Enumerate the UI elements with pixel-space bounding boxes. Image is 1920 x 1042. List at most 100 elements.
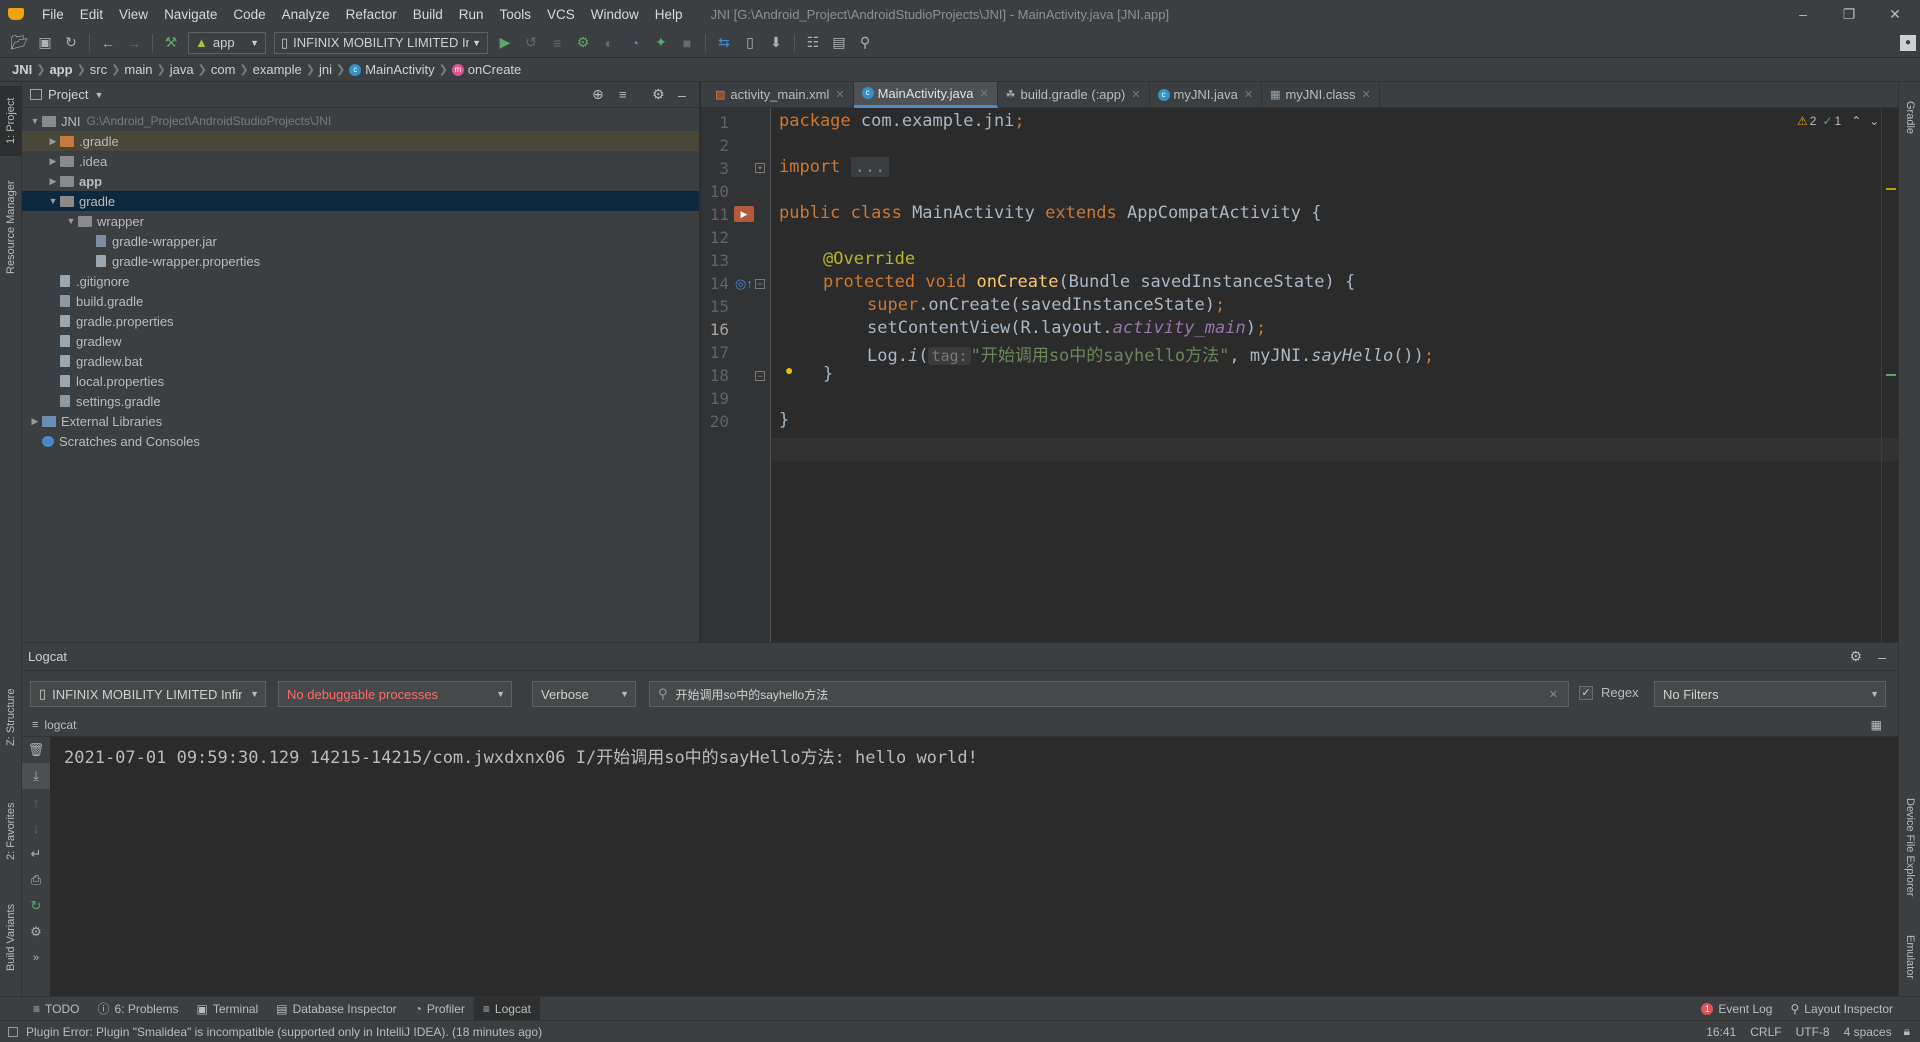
soft-wrap-icon[interactable]: ↵ xyxy=(22,841,50,867)
open-folder-icon[interactable]: 📂︎ xyxy=(8,32,30,54)
close-icon[interactable]: ✕ xyxy=(1131,88,1140,101)
gradle-sync-icon[interactable]: ⇆ xyxy=(713,32,735,54)
tree-item[interactable]: settings.gradle xyxy=(22,391,699,411)
sync-icon[interactable]: ↻ xyxy=(60,32,82,54)
close-icon[interactable]: ✕ xyxy=(1244,88,1253,101)
print-icon[interactable]: ⎙ xyxy=(22,867,50,893)
clear-search-icon[interactable]: ✕ xyxy=(1549,688,1558,701)
tab-gradle[interactable]: Gradle xyxy=(1899,88,1920,148)
tab-structure[interactable]: Z: Structure xyxy=(0,682,22,752)
breadcrumb-item[interactable]: com xyxy=(207,62,240,77)
sdk-manager-icon[interactable]: ⬇ xyxy=(765,32,787,54)
tree-item[interactable]: ▶ app xyxy=(22,171,699,191)
regex-checkbox[interactable]: ✓ Regex xyxy=(1579,685,1639,700)
account-icon[interactable]: ● xyxy=(1900,34,1916,51)
tree-item[interactable]: ▼ gradle xyxy=(22,191,699,211)
project-structure-icon[interactable]: ☷ xyxy=(802,32,824,54)
tree-item[interactable]: local.properties xyxy=(22,371,699,391)
status-message[interactable]: Plugin Error: Plugin "Smalidea" is incom… xyxy=(26,1025,542,1039)
minimize-button[interactable]: – xyxy=(1780,0,1826,28)
tab-myjni-java[interactable]: c myJNI.java ✕ xyxy=(1150,81,1263,108)
menu-vcs[interactable]: VCS xyxy=(539,7,583,22)
stop-icon[interactable]: ■ xyxy=(676,32,698,54)
breadcrumb-item[interactable]: app xyxy=(45,62,76,77)
tab-emulator[interactable]: Emulator xyxy=(1899,922,1920,992)
save-all-icon[interactable]: ▣ xyxy=(34,32,56,54)
tool-layout-inspector[interactable]: ⚲ Layout Inspector xyxy=(1781,997,1902,1021)
fold-icon[interactable]: − xyxy=(755,371,765,381)
menu-analyze[interactable]: Analyze xyxy=(274,7,338,22)
down-icon[interactable]: ↓ xyxy=(22,815,50,841)
tab-device-file-explorer[interactable]: Device File Explorer xyxy=(1899,782,1920,912)
tree-item[interactable]: gradle.properties xyxy=(22,311,699,331)
apply-changes-icon[interactable]: ↺ xyxy=(520,32,542,54)
previous-highlight-icon[interactable]: ⌃ xyxy=(1851,114,1861,128)
breadcrumb-class[interactable]: c MainActivity xyxy=(345,62,438,77)
project-view-select[interactable]: Project xyxy=(48,87,88,102)
chevron-down-icon[interactable]: ▼ xyxy=(46,196,60,206)
device-select[interactable]: ▯ INFINIX MOBILITY LIMITED Infinix ▼ xyxy=(274,31,488,54)
close-icon[interactable]: ✕ xyxy=(835,88,844,101)
run-gutter-icon[interactable]: ▶ xyxy=(734,206,754,222)
attach-debugger-icon[interactable]: ✦ xyxy=(650,32,672,54)
tool-logcat[interactable]: ≡ Logcat xyxy=(473,996,540,1021)
menu-file[interactable]: File xyxy=(34,7,72,22)
more-icon[interactable]: » xyxy=(22,945,50,971)
close-icon[interactable]: ✕ xyxy=(1362,88,1371,101)
fold-icon[interactable]: + xyxy=(755,163,765,173)
restart-icon[interactable]: ↻ xyxy=(22,893,50,919)
restore-button[interactable]: ❐ xyxy=(1826,0,1872,28)
chevron-right-icon[interactable]: ▶ xyxy=(28,416,42,427)
tree-item[interactable]: ▶ .gradle xyxy=(22,131,699,151)
gear-icon[interactable]: ⚙ xyxy=(652,86,665,103)
file-encoding[interactable]: UTF-8 xyxy=(1796,1025,1830,1039)
search-icon[interactable]: ⚲ xyxy=(854,32,876,54)
breadcrumb-item[interactable]: main xyxy=(120,62,156,77)
tree-item[interactable]: gradle-wrapper.jar xyxy=(22,231,699,251)
fold-icon[interactable]: − xyxy=(755,279,765,289)
next-highlight-icon[interactable]: ⌄ xyxy=(1869,114,1879,128)
apply-code-changes-icon[interactable]: ≡ xyxy=(546,32,568,54)
menu-refactor[interactable]: Refactor xyxy=(338,7,405,22)
logcat-device-select[interactable]: ▯ INFINIX MOBILITY LIMITED Infir ▼ xyxy=(30,681,266,707)
breadcrumb-item[interactable]: example xyxy=(249,62,306,77)
gear-icon[interactable]: ⚙ xyxy=(22,919,50,945)
breadcrumb-method[interactable]: m onCreate xyxy=(448,62,525,77)
layout-icon[interactable]: ▤ xyxy=(828,32,850,54)
intention-bulb-icon[interactable]: ● xyxy=(785,362,793,378)
tool-database-inspector[interactable]: ▤ Database Inspector xyxy=(267,997,405,1021)
close-window-button[interactable]: ✕ xyxy=(1872,0,1918,28)
chevron-right-icon[interactable]: ▶ xyxy=(46,156,60,167)
clear-logcat-icon[interactable]: 🗑︎ xyxy=(22,737,50,763)
chevron-down-icon[interactable]: ▼ xyxy=(94,90,103,100)
tree-item[interactable]: gradle-wrapper.properties xyxy=(22,251,699,271)
collapse-all-icon[interactable]: ≡ xyxy=(619,87,627,102)
tab-favorites[interactable]: 2: Favorites xyxy=(0,794,22,869)
tree-item[interactable]: .gitignore xyxy=(22,271,699,291)
run-config-select[interactable]: ▲ app ▼ xyxy=(188,31,266,54)
caret-position[interactable]: 16:41 xyxy=(1706,1025,1736,1039)
avd-manager-icon[interactable]: ▯ xyxy=(739,32,761,54)
tab-project[interactable]: 1: Project xyxy=(0,86,22,156)
menu-view[interactable]: View xyxy=(111,7,156,22)
menu-code[interactable]: Code xyxy=(225,7,273,22)
chevron-down-icon[interactable]: ▼ xyxy=(28,116,42,126)
logcat-level-select[interactable]: Verbose ▼ xyxy=(532,681,636,707)
inspection-widget[interactable]: ⚠ 2 ✓ 1 ⌃ ⌄ xyxy=(1797,114,1879,128)
tab-build-variants[interactable]: Build Variants xyxy=(0,892,22,982)
warning-stripe-marker[interactable] xyxy=(1886,188,1896,190)
hide-icon[interactable]: – xyxy=(678,87,686,103)
tool-event-log[interactable]: 1 Event Log xyxy=(1692,997,1781,1021)
tree-item[interactable]: ▶ .idea xyxy=(22,151,699,171)
tab-build-gradle-app[interactable]: ☘ build.gradle (:app) ✕ xyxy=(998,81,1150,108)
tool-problems[interactable]: ⓘ 6: Problems xyxy=(88,997,187,1021)
tab-resource-manager[interactable]: Resource Manager xyxy=(0,172,22,282)
line-separator[interactable]: CRLF xyxy=(1750,1025,1781,1039)
coverage-icon[interactable]: ◐ xyxy=(598,32,620,54)
debug-icon[interactable]: ⚙ xyxy=(572,32,594,54)
breadcrumb-item[interactable]: java xyxy=(166,62,198,77)
code-fold-placeholder[interactable]: ... xyxy=(850,157,890,177)
changed-line-marker[interactable] xyxy=(1886,374,1896,376)
logcat-filters-select[interactable]: No Filters ▼ xyxy=(1654,681,1886,707)
menu-edit[interactable]: Edit xyxy=(72,7,111,22)
